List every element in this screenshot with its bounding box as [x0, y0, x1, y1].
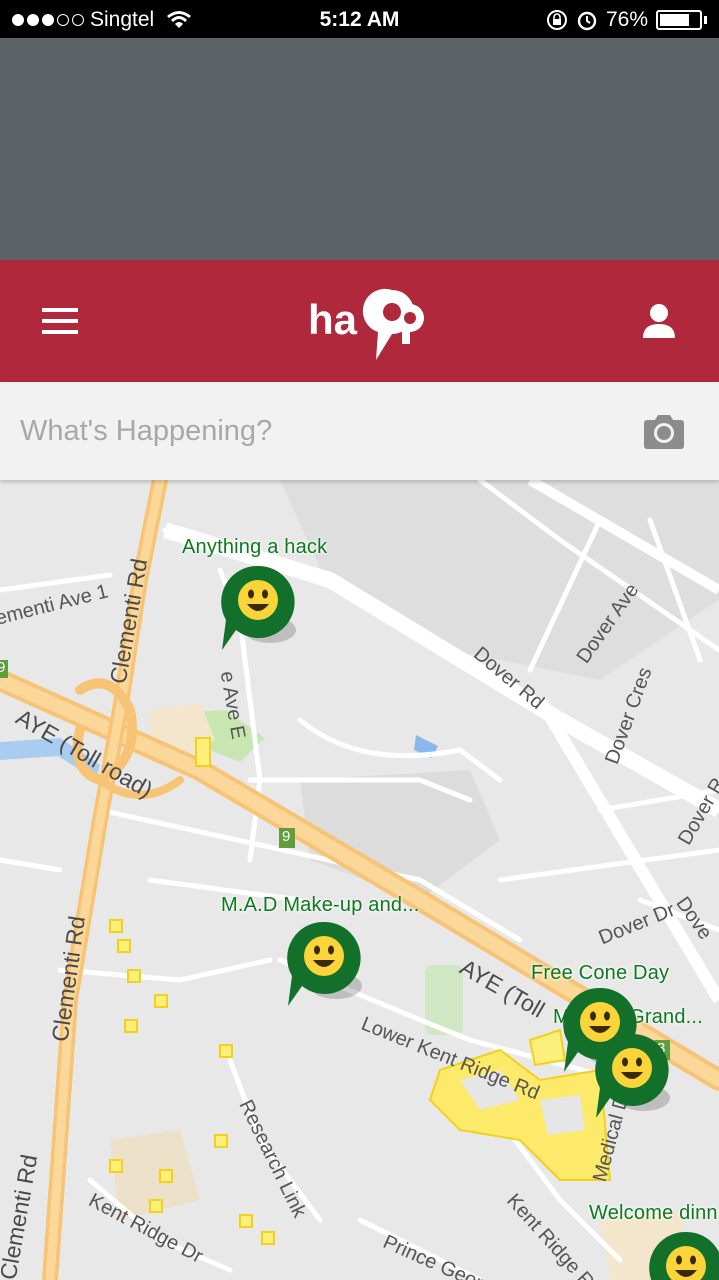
map-pin-icon — [649, 1231, 719, 1280]
search-input[interactable] — [20, 406, 620, 456]
map-pin-icon — [595, 1033, 670, 1118]
event-pin[interactable] — [648, 1230, 719, 1280]
app-bar: ha — [0, 260, 719, 382]
menu-button[interactable] — [42, 308, 80, 336]
user-profile-icon — [643, 304, 675, 338]
banner-area — [0, 38, 719, 260]
map-pin-icon — [287, 921, 362, 1006]
status-bar: Singtel 5:12 AM 76% — [0, 0, 719, 38]
event-label[interactable]: Free Cone Day — [531, 962, 669, 985]
event-label[interactable]: M.A.D Make-up and... — [221, 894, 420, 917]
event-label[interactable]: Welcome dinn — [589, 1202, 718, 1225]
search-bar — [0, 382, 719, 480]
camera-button[interactable] — [643, 412, 685, 450]
route-shield-label: 9 — [0, 659, 6, 676]
route-shield-label: 9 — [282, 828, 291, 845]
svg-text:ha: ha — [308, 296, 358, 343]
event-pin[interactable] — [594, 1032, 670, 1124]
hamburger-menu-icon — [42, 308, 80, 334]
event-pin[interactable] — [286, 920, 362, 1012]
battery-icon — [656, 10, 702, 30]
battery-tip — [704, 16, 707, 24]
status-icons: 76% — [546, 8, 707, 32]
happ-logo: ha — [308, 288, 424, 360]
rotation-lock-icon — [546, 10, 567, 30]
event-pin[interactable] — [220, 564, 296, 656]
alarm-icon — [577, 11, 597, 31]
profile-button[interactable] — [641, 302, 677, 340]
map-view[interactable]: ementi Ave 1 Clementi Rd Dover Rd Dover … — [0, 480, 719, 1280]
camera-icon — [644, 415, 684, 449]
battery-percent: 76% — [605, 8, 648, 31]
map-pin-icon — [221, 565, 296, 650]
event-label[interactable]: Anything a hack — [182, 536, 327, 559]
